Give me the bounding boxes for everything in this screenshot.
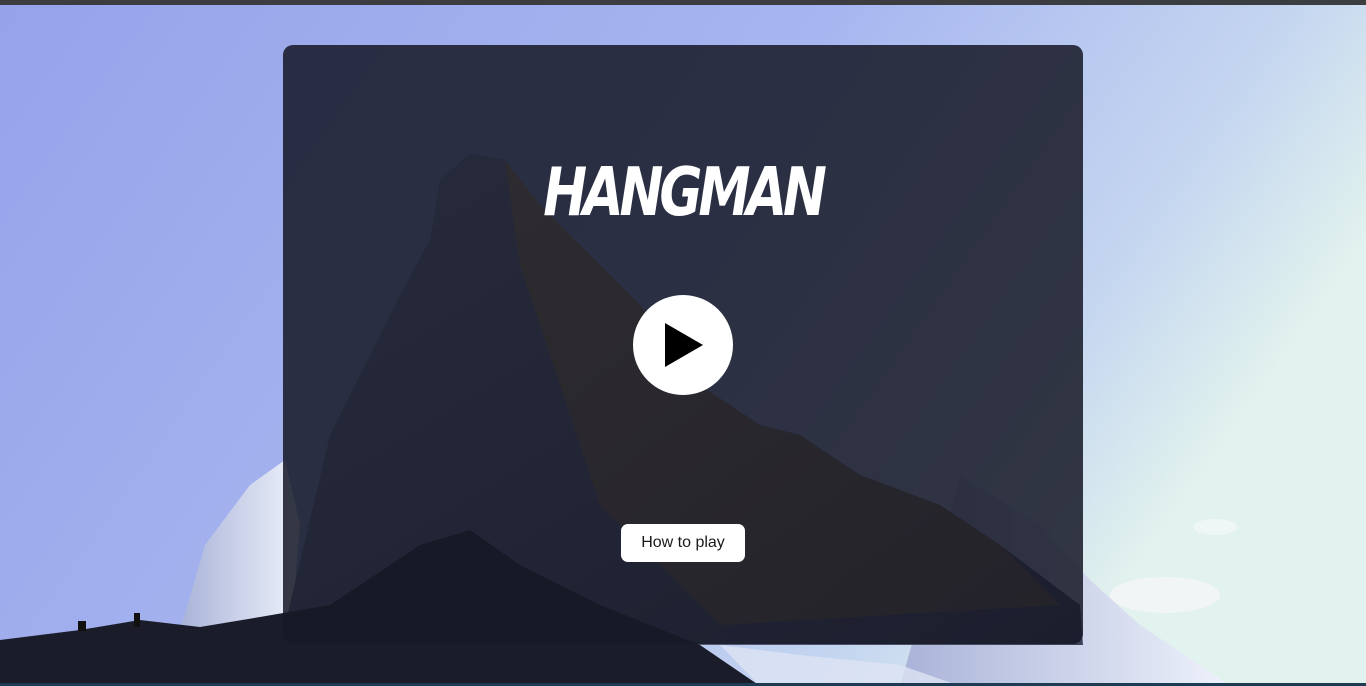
- play-icon: [665, 323, 703, 367]
- game-title: HANGMAN: [543, 154, 827, 232]
- play-button[interactable]: [633, 295, 733, 395]
- game-menu-panel: HANGMAN How to play: [283, 45, 1083, 644]
- how-to-play-button[interactable]: How to play: [621, 524, 745, 562]
